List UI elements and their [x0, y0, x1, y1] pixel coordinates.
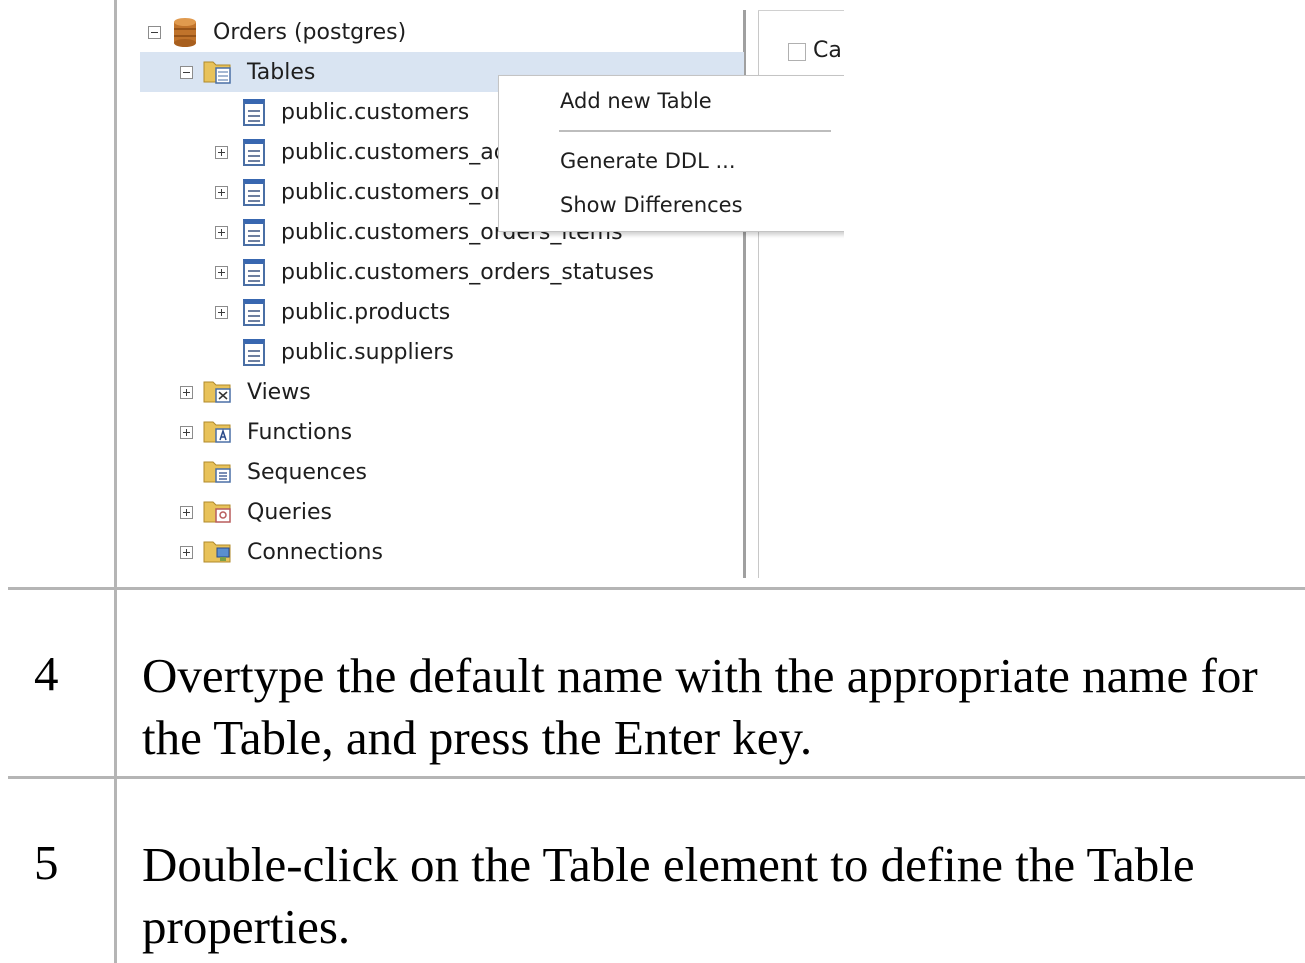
step-text: Double-click on the Table element to def…: [142, 837, 1195, 954]
tree-node-views[interactable]: Views: [118, 372, 718, 412]
tree-node-label: public.customers_orders_statuses: [281, 259, 654, 285]
tree-node-table[interactable]: public.products: [118, 292, 718, 332]
menu-item-add-new-table[interactable]: Add new Table: [560, 89, 712, 113]
expand-icon[interactable]: [215, 186, 228, 199]
tree-node-label: Functions: [247, 419, 353, 445]
right-pane-top-border: [758, 10, 844, 11]
row-divider: [8, 587, 1305, 590]
case-checkbox[interactable]: [788, 43, 806, 61]
case-checkbox-label: Ca: [813, 38, 842, 63]
expand-icon[interactable]: [215, 226, 228, 239]
tree-node-database[interactable]: Orders (postgres): [140, 12, 740, 52]
tree-node-label: Sequences: [247, 459, 367, 485]
context-menu: Add new Table Generate DDL ... Show Diff…: [498, 75, 844, 232]
tree-node-label: Tables: [247, 59, 316, 85]
tree-node-queries[interactable]: Queries: [118, 492, 718, 532]
table-icon: [243, 219, 265, 246]
tree-node-label: Views: [247, 379, 311, 405]
tree-node-label: public.products: [281, 299, 451, 325]
row-divider: [8, 776, 1305, 779]
expand-icon[interactable]: [215, 306, 228, 319]
expand-icon[interactable]: [215, 266, 228, 279]
step-text: Overtype the default name with the appro…: [142, 648, 1258, 765]
tree-node-connections[interactable]: Connections: [118, 532, 718, 572]
expand-icon[interactable]: [180, 386, 193, 399]
menu-item-show-differences[interactable]: Show Differences: [560, 193, 743, 217]
tree-node-label: Orders (postgres): [213, 19, 407, 45]
tree-node-label: public.suppliers: [281, 339, 454, 365]
table-left-border: [114, 0, 117, 963]
table-icon: [243, 339, 265, 366]
collapse-icon[interactable]: [148, 26, 161, 39]
menu-item-generate-ddl[interactable]: Generate DDL ...: [560, 149, 736, 173]
expand-icon[interactable]: [215, 146, 228, 159]
expand-icon[interactable]: [180, 546, 193, 559]
table-icon: [243, 299, 265, 326]
table-icon: [243, 99, 265, 126]
tables-folder-icon: [203, 61, 231, 84]
tree-node-label: Connections: [247, 539, 383, 565]
database-icon: [174, 18, 196, 47]
table-icon: [243, 139, 265, 166]
tree-node-table[interactable]: public.suppliers: [118, 332, 718, 372]
database-builder-screenshot: Ca Orders (postgres) Tables public.custo…: [118, 10, 844, 578]
collapse-icon[interactable]: [180, 66, 193, 79]
connections-folder-icon: [203, 541, 231, 563]
expand-icon[interactable]: [180, 426, 193, 439]
sequences-folder-icon: [203, 461, 231, 483]
expand-icon[interactable]: [180, 506, 193, 519]
step-number: 4: [34, 646, 59, 701]
functions-folder-icon: [203, 421, 231, 443]
step-number: 5: [34, 835, 59, 890]
tree-node-label: public.customers: [281, 99, 470, 125]
table-icon: [243, 259, 265, 286]
table-icon: [243, 179, 265, 206]
tree-node-table[interactable]: public.customers_orders_statuses: [118, 252, 718, 292]
queries-folder-icon: [203, 501, 231, 523]
tree-node-label: Queries: [247, 499, 332, 525]
menu-separator: [559, 130, 831, 132]
tree-node-functions[interactable]: Functions: [118, 412, 718, 452]
tree-node-sequences[interactable]: Sequences: [118, 452, 718, 492]
views-folder-icon: [203, 381, 231, 403]
